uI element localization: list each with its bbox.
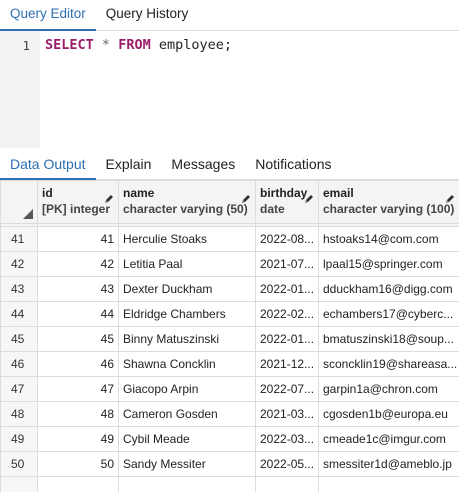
line-gutter: 1 bbox=[0, 31, 40, 148]
cell-email[interactable]: cgosden1b@europa.eu bbox=[318, 401, 459, 427]
table-row[interactable]: 47 47 Giacopo Arpin 2022-07... garpin1a@… bbox=[0, 376, 459, 402]
tab-explain[interactable]: Explain bbox=[96, 151, 162, 179]
column-header-id[interactable]: id [PK] integer bbox=[37, 180, 119, 224]
table-row[interactable]: 45 45 Binny Matuszinski 2022-01... bmatu… bbox=[0, 326, 459, 352]
column-header-birthday[interactable]: birthday date bbox=[255, 180, 319, 224]
tab-query-history[interactable]: Query History bbox=[96, 0, 199, 30]
cell-birthday[interactable]: 2022-05... bbox=[255, 451, 319, 477]
table-row[interactable]: 48 48 Cameron Gosden 2021-03... cgosden1… bbox=[0, 401, 459, 427]
cell-birthday[interactable]: 2022-08... bbox=[255, 226, 319, 252]
cell-name[interactable]: Herculie Stoaks bbox=[118, 226, 256, 252]
pencil-icon[interactable] bbox=[240, 193, 252, 205]
table-row[interactable]: 43 43 Dexter Duckham 2022-01... dduckham… bbox=[0, 276, 459, 302]
cell-email[interactable]: dduckham16@digg.com bbox=[318, 276, 459, 302]
empty-row bbox=[0, 476, 459, 492]
cell-email[interactable]: bmatuszinski18@soup... bbox=[318, 326, 459, 352]
cell-name[interactable]: Shawna Concklin bbox=[118, 351, 256, 377]
output-tab-bar: Data Output Explain Messages Notificatio… bbox=[0, 151, 459, 180]
table-row[interactable]: 49 49 Cybil Meade 2022-03... cmeade1c@im… bbox=[0, 426, 459, 452]
table-row[interactable]: 42 42 Letitia Paal 2021-07... lpaal15@sp… bbox=[0, 251, 459, 277]
cell-birthday[interactable]: 2022-01... bbox=[255, 326, 319, 352]
cell-birthday[interactable]: 2022-07... bbox=[255, 376, 319, 402]
cell-birthday[interactable]: 2021-07... bbox=[255, 251, 319, 277]
tab-notifications[interactable]: Notifications bbox=[245, 151, 341, 179]
table-row[interactable]: 41 41 Herculie Stoaks 2022-08... hstoaks… bbox=[0, 226, 459, 252]
line-number: 1 bbox=[22, 38, 30, 53]
sql-editor[interactable]: 1 SELECT * FROM employee; bbox=[0, 31, 459, 148]
table-reference: employee; bbox=[158, 37, 233, 53]
cell-id[interactable]: 43 bbox=[37, 276, 119, 302]
pencil-icon[interactable] bbox=[444, 193, 456, 205]
cell-birthday[interactable]: 2021-12... bbox=[255, 351, 319, 377]
cell-id[interactable]: 46 bbox=[37, 351, 119, 377]
results-table: id [PK] integer name character varying (… bbox=[0, 180, 459, 492]
cell-id[interactable]: 50 bbox=[37, 451, 119, 477]
cell-name[interactable]: Cybil Meade bbox=[118, 426, 256, 452]
row-number[interactable]: 42 bbox=[0, 251, 38, 277]
cell-name[interactable]: Eldridge Chambers bbox=[118, 301, 256, 327]
row-number[interactable]: 44 bbox=[0, 301, 38, 327]
cell-name[interactable]: Cameron Gosden bbox=[118, 401, 256, 427]
column-type: character varying (50) bbox=[123, 202, 248, 216]
cell-name[interactable]: Binny Matuszinski bbox=[118, 326, 256, 352]
row-number[interactable]: 41 bbox=[0, 226, 38, 252]
cell-email[interactable]: hstoaks14@com.com bbox=[318, 226, 459, 252]
select-all-corner[interactable] bbox=[0, 180, 38, 224]
tab-messages[interactable]: Messages bbox=[161, 151, 245, 179]
cell-name[interactable]: Sandy Messiter bbox=[118, 451, 256, 477]
row-number[interactable]: 47 bbox=[0, 376, 38, 402]
column-type: character varying (100) bbox=[323, 202, 455, 216]
corner-triangle-icon bbox=[23, 209, 33, 219]
sql-query-text[interactable]: SELECT * FROM employee; bbox=[45, 37, 232, 53]
row-number[interactable]: 49 bbox=[0, 426, 38, 452]
cell-name[interactable]: Letitia Paal bbox=[118, 251, 256, 277]
row-number[interactable]: 46 bbox=[0, 351, 38, 377]
table-row[interactable]: 50 50 Sandy Messiter 2022-05... smessite… bbox=[0, 451, 459, 477]
cell-id[interactable]: 45 bbox=[37, 326, 119, 352]
table-row[interactable]: 44 44 Eldridge Chambers 2022-02... echam… bbox=[0, 301, 459, 327]
star-operator: * bbox=[101, 37, 111, 53]
row-number[interactable]: 45 bbox=[0, 326, 38, 352]
header-row: id [PK] integer name character varying (… bbox=[0, 180, 459, 224]
column-header-email[interactable]: email character varying (100) bbox=[318, 180, 459, 224]
cell-id[interactable]: 44 bbox=[37, 301, 119, 327]
cell-id[interactable]: 48 bbox=[37, 401, 119, 427]
cell-email[interactable]: echambers17@cyberc... bbox=[318, 301, 459, 327]
cell-email[interactable]: garpin1a@chron.com bbox=[318, 376, 459, 402]
keyword-select: SELECT bbox=[45, 37, 94, 53]
row-number[interactable]: 43 bbox=[0, 276, 38, 302]
cell-email[interactable]: sconcklin19@shareasa... bbox=[318, 351, 459, 377]
column-name: name bbox=[123, 186, 155, 200]
cell-birthday[interactable]: 2022-01... bbox=[255, 276, 319, 302]
column-name: email bbox=[323, 186, 354, 200]
column-header-name[interactable]: name character varying (50) bbox=[118, 180, 256, 224]
cell-id[interactable]: 49 bbox=[37, 426, 119, 452]
tab-query-editor[interactable]: Query Editor bbox=[0, 0, 96, 31]
pencil-icon[interactable] bbox=[103, 193, 115, 205]
tab-data-output[interactable]: Data Output bbox=[0, 151, 96, 180]
cell-email[interactable]: lpaal15@springer.com bbox=[318, 251, 459, 277]
cell-email[interactable]: cmeade1c@imgur.com bbox=[318, 426, 459, 452]
cell-name[interactable]: Giacopo Arpin bbox=[118, 376, 256, 402]
table-row[interactable]: 46 46 Shawna Concklin 2021-12... sconckl… bbox=[0, 351, 459, 377]
cell-email[interactable]: smessiter1d@ameblo.jp bbox=[318, 451, 459, 477]
cell-id[interactable]: 47 bbox=[37, 376, 119, 402]
data-output-grid: id [PK] integer name character varying (… bbox=[0, 180, 459, 492]
pencil-icon[interactable] bbox=[303, 193, 315, 205]
cell-birthday[interactable]: 2022-02... bbox=[255, 301, 319, 327]
row-number[interactable]: 48 bbox=[0, 401, 38, 427]
cell-birthday[interactable]: 2021-03... bbox=[255, 401, 319, 427]
cell-birthday[interactable]: 2022-03... bbox=[255, 426, 319, 452]
cell-id[interactable]: 42 bbox=[37, 251, 119, 277]
cell-id[interactable]: 41 bbox=[37, 226, 119, 252]
editor-tab-bar: Query Editor Query History bbox=[0, 0, 459, 31]
keyword-from: FROM bbox=[118, 37, 151, 53]
cell-name[interactable]: Dexter Duckham bbox=[118, 276, 256, 302]
row-number[interactable]: 50 bbox=[0, 451, 38, 477]
